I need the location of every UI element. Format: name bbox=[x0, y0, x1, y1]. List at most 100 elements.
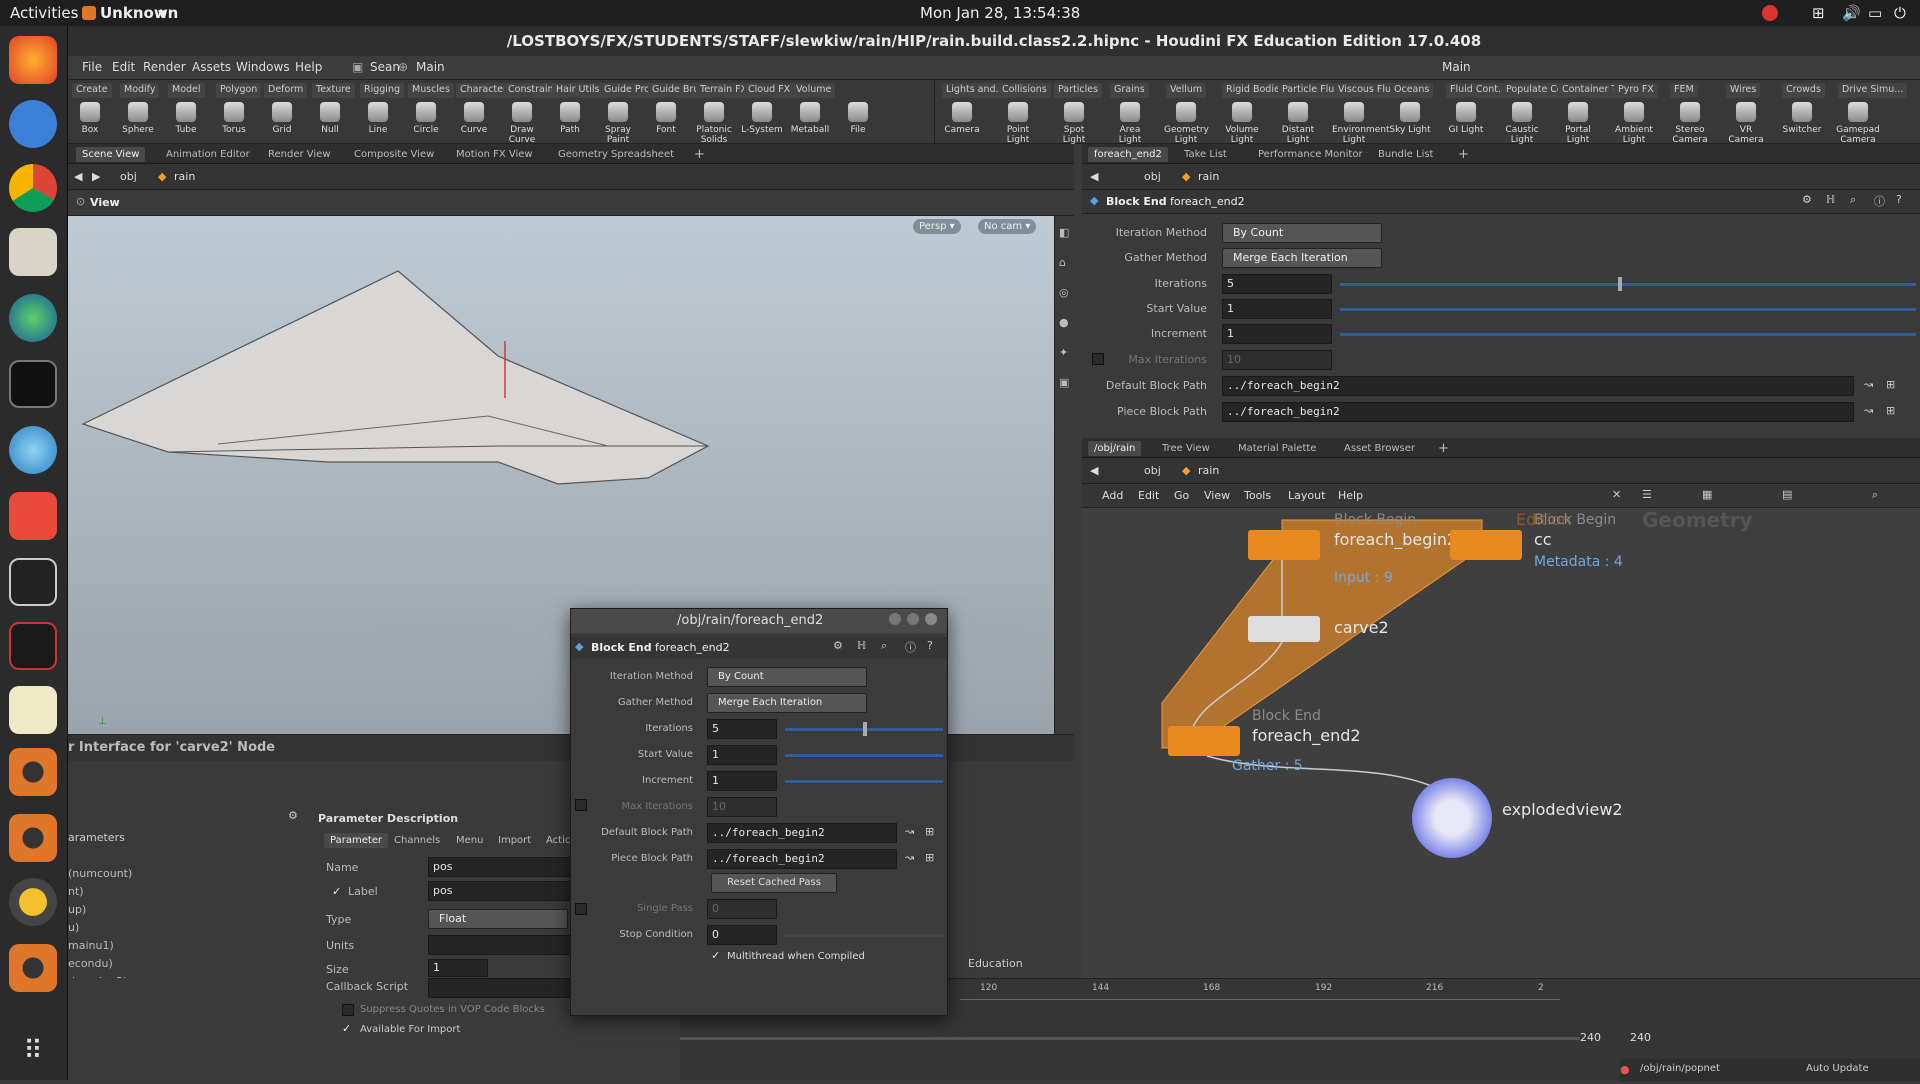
shelf-tool-13[interactable]: Stereo Camera bbox=[1668, 102, 1712, 145]
add-tab-icon[interactable]: + bbox=[688, 147, 711, 162]
view-menu-icon[interactable]: ⊙ bbox=[76, 195, 85, 208]
close-button[interactable] bbox=[925, 613, 937, 625]
shelf-tool-15[interactable]: Metaball bbox=[788, 102, 832, 135]
shelf-tab-6[interactable]: Rigging bbox=[360, 83, 404, 98]
globe-icon[interactable] bbox=[9, 294, 57, 342]
search-icon[interactable]: ⌕ bbox=[881, 639, 887, 653]
shelf-tool-1[interactable]: Point Light bbox=[996, 102, 1040, 145]
gear-icon[interactable]: ⚙ bbox=[833, 639, 843, 652]
shelf-tab-13[interactable]: FEM bbox=[1670, 83, 1698, 98]
parameter-list-item[interactable]: (numcount) bbox=[68, 867, 308, 885]
shelf-tool-12[interactable]: Font bbox=[644, 102, 688, 135]
shelf-tab-1[interactable]: Collisions bbox=[998, 83, 1051, 98]
maximize-button[interactable] bbox=[907, 613, 919, 625]
user-selector[interactable]: Sean bbox=[370, 60, 400, 74]
jump-icon[interactable]: ↝ bbox=[1864, 378, 1873, 391]
light-icon[interactable]: ✦ bbox=[1059, 346, 1068, 359]
node-explodedview2[interactable] bbox=[1412, 778, 1492, 858]
shelf-tool-7[interactable]: Circle bbox=[404, 102, 448, 135]
node-chooser-icon-2[interactable]: ⊞ bbox=[1886, 404, 1895, 417]
shelf-tab-15[interactable]: Volume bbox=[792, 83, 836, 98]
fl-increment-slider[interactable] bbox=[785, 780, 943, 783]
network-menu-add[interactable]: Add bbox=[1102, 489, 1123, 502]
help-icon[interactable]: ℍ bbox=[857, 639, 866, 652]
gear-icon[interactable]: ⚙ bbox=[1802, 193, 1812, 206]
tab-geometry-spreadsheet[interactable]: Geometry Spreadsheet bbox=[552, 147, 680, 162]
path-rain[interactable]: rain bbox=[174, 170, 195, 183]
app-grid-icon[interactable]: ⠿ bbox=[9, 1036, 57, 1084]
snap-icon[interactable]: ◎ bbox=[1059, 286, 1069, 299]
camera-menu[interactable]: No cam ▾ bbox=[978, 219, 1037, 234]
fl-increment-field[interactable]: 1 bbox=[707, 771, 777, 791]
path-rain[interactable]: rain bbox=[1198, 464, 1219, 477]
add-tab-icon[interactable]: + bbox=[1452, 147, 1475, 162]
shelf-tool-4[interactable]: Grid bbox=[260, 102, 304, 135]
tab-foreach-end2[interactable]: foreach_end2 bbox=[1088, 147, 1168, 162]
menu-file[interactable]: File bbox=[82, 60, 102, 74]
menu-help[interactable]: Help bbox=[295, 60, 322, 74]
shelf-tab-1[interactable]: Modify bbox=[120, 83, 160, 98]
grid-icon[interactable]: ▦ bbox=[1702, 488, 1712, 501]
tab-bundle-list[interactable]: Bundle List bbox=[1372, 147, 1439, 162]
battery-icon[interactable]: ▭ bbox=[1868, 4, 1882, 22]
shelf-tool-2[interactable]: Spot Light bbox=[1052, 102, 1096, 145]
shelf-tool-16[interactable]: File bbox=[836, 102, 880, 135]
size-field[interactable]: 1 bbox=[428, 959, 488, 977]
terminal-icon[interactable] bbox=[9, 360, 57, 408]
back-arrow-icon[interactable]: ◀ bbox=[74, 170, 82, 183]
fl-iterations-handle[interactable] bbox=[863, 722, 867, 736]
activities-button[interactable]: Activities bbox=[10, 4, 78, 22]
floating-node-name[interactable]: foreach_end2 bbox=[655, 641, 730, 654]
parameter-list-item[interactable]: econdu) bbox=[68, 957, 308, 975]
info-icon[interactable]: ⓘ bbox=[905, 639, 916, 655]
network-editor[interactable]: Geometry Edition Block Begin foreach_beg… bbox=[1082, 508, 1920, 978]
menu-render[interactable]: Render bbox=[143, 60, 186, 74]
lock-icon[interactable]: ⌂ bbox=[1059, 256, 1066, 269]
tab-performance-monitor[interactable]: Performance Monitor bbox=[1252, 147, 1369, 162]
shelf-tool-8[interactable]: Sky Light bbox=[1388, 102, 1432, 135]
shelf-tab-12[interactable]: Pyro FX bbox=[1614, 83, 1658, 98]
network-icon[interactable]: ⊞ bbox=[1812, 4, 1825, 22]
shelf-tab-15[interactable]: Crowds bbox=[1782, 83, 1825, 98]
parameter-list-item[interactable]: up) bbox=[68, 903, 308, 921]
blender-icon[interactable] bbox=[9, 878, 57, 926]
path-obj[interactable]: obj bbox=[1144, 170, 1161, 183]
reset-cached-pass-button[interactable]: Reset Cached Pass bbox=[711, 873, 837, 893]
global-end-field[interactable]: 240 bbox=[1630, 1031, 1651, 1044]
tab-scene-view[interactable]: Scene View bbox=[76, 147, 146, 162]
camera-icon[interactable]: ▣ bbox=[1059, 376, 1069, 389]
parameter-list-item[interactable]: nt) bbox=[68, 885, 308, 903]
minimize-button[interactable] bbox=[889, 613, 901, 625]
shelf-tab-4[interactable]: Deform bbox=[264, 83, 308, 98]
shelf-tool-9[interactable]: GI Light bbox=[1444, 102, 1488, 135]
tab-take-list[interactable]: Take List bbox=[1178, 147, 1233, 162]
auto-update-menu[interactable]: Auto Update bbox=[1806, 1063, 1869, 1074]
shelf-tab-3[interactable]: Grains bbox=[1110, 83, 1149, 98]
status-path[interactable]: /obj/rain/popnet bbox=[1640, 1063, 1720, 1074]
shelf-tool-11[interactable]: Portal Light bbox=[1556, 102, 1600, 145]
iteration-method-dropdown[interactable]: By Count bbox=[1222, 223, 1382, 243]
fl-stop-condition-slider[interactable] bbox=[785, 934, 943, 937]
chrome-icon[interactable] bbox=[9, 164, 57, 212]
shelf-tool-12[interactable]: Ambient Light bbox=[1612, 102, 1656, 145]
network-menu-tools[interactable]: Tools bbox=[1244, 489, 1271, 502]
houdini-icon-2[interactable] bbox=[9, 814, 57, 862]
menu-assets[interactable]: Assets bbox=[192, 60, 231, 74]
iterations-slider-handle[interactable] bbox=[1618, 277, 1622, 291]
fl-node-chooser-icon[interactable]: ⊞ bbox=[925, 825, 934, 838]
question-icon[interactable]: ? bbox=[1896, 193, 1902, 206]
power-icon[interactable]: ⏻ bbox=[1894, 4, 1906, 22]
info-icon[interactable]: ⓘ bbox=[1874, 193, 1885, 209]
settings-icon[interactable] bbox=[9, 492, 57, 540]
shelf-tab-2[interactable]: Particles bbox=[1054, 83, 1103, 98]
iterations-field[interactable]: 5 bbox=[1222, 274, 1332, 294]
shelf-tab-7[interactable]: Muscles bbox=[408, 83, 454, 98]
desktop-selector-right[interactable]: Main bbox=[1442, 60, 1471, 74]
network-menu-layout[interactable]: Layout bbox=[1288, 489, 1325, 502]
type-dropdown[interactable]: Float bbox=[428, 909, 568, 929]
shelf-tab-14[interactable]: Cloud FX bbox=[744, 83, 795, 98]
fl-max-iterations-field[interactable]: 10 bbox=[707, 797, 777, 817]
shelf-tool-0[interactable]: Camera bbox=[940, 102, 984, 135]
tab-tree-view[interactable]: Tree View bbox=[1156, 441, 1216, 456]
back-arrow-icon[interactable]: ◀ bbox=[1090, 464, 1098, 477]
